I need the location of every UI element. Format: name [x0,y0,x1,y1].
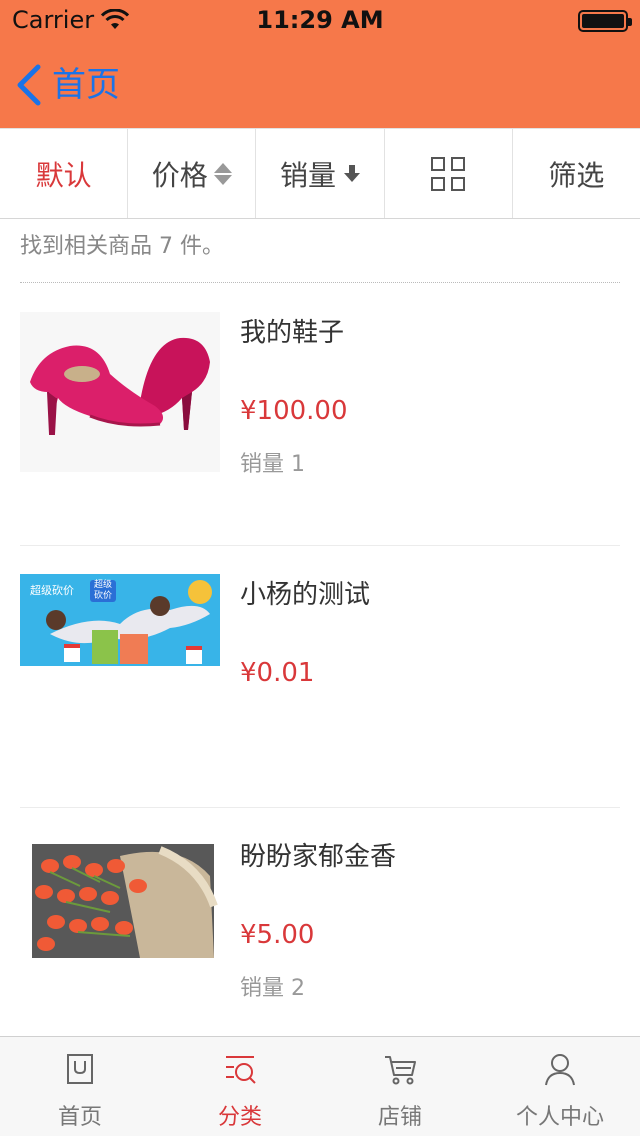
banner-badge: 超级砍价 [93,580,112,601]
arrow-down-icon [344,165,361,182]
product-item[interactable]: 我的鞋子 ¥100.00 销量 1 [20,312,620,512]
sort-filter-bar: 默认 价格 销量 筛选 [0,128,640,219]
cart-icon [385,1056,416,1085]
product-name: 我的鞋子 [240,318,345,348]
sort-updown-icon [213,162,232,185]
product-sales: 销量 1 [240,452,305,477]
product-image-tulips [20,836,220,958]
tab-category[interactable]: 分类 [160,1037,320,1136]
tab-profile[interactable]: 个人中心 [480,1037,640,1136]
product-image-banner: 超级砍价 超级砍价 [20,574,220,666]
tab-shop[interactable]: 店铺 [320,1037,480,1136]
product-price: ¥5.00 [240,920,315,950]
product-item[interactable]: 超级砍价 超级砍价 小杨的测试 ¥0.01 [20,574,620,774]
product-price: ¥100.00 [240,396,348,426]
divider [20,545,620,546]
sort-price-label: 价格 [151,158,208,192]
chevron-left-icon [17,64,41,106]
product-name: 小杨的测试 [240,580,371,610]
tab-profile-label: 个人中心 [515,1105,604,1130]
filter-button[interactable]: 筛选 [513,129,640,218]
bottom-tab-bar: 首页 分类 店铺 个人中心 [0,1036,640,1136]
sort-sales-tab[interactable]: 销量 [256,129,385,218]
status-bar: Carrier 11:29 AM [0,0,640,40]
tab-home[interactable]: 首页 [0,1037,160,1136]
divider [20,807,620,808]
sort-price-tab[interactable]: 价格 [128,129,257,218]
battery-icon [578,10,632,32]
product-sales: 销量 2 [240,976,305,1001]
grid-view-toggle[interactable] [385,129,513,218]
tab-category-label: 分类 [217,1105,262,1130]
home-bag-icon [67,1054,93,1084]
sort-default-label: 默认 [35,158,92,192]
product-image-shoes [20,312,220,472]
navigation-bar: Carrier 11:29 AM 首页 [0,0,640,128]
divider [20,282,620,283]
banner-text: 超级砍价 [30,584,74,597]
filter-label: 筛选 [548,158,605,192]
category-search-icon [226,1056,256,1084]
product-name: 盼盼家郁金香 [240,842,397,872]
tab-home-label: 首页 [57,1105,102,1130]
back-label: 首页 [52,65,120,105]
user-icon [545,1054,575,1086]
grid-view-icon [431,156,466,191]
tab-shop-label: 店铺 [377,1105,422,1130]
sort-sales-label: 销量 [280,158,337,192]
back-button[interactable]: 首页 [14,60,120,110]
sort-default-tab[interactable]: 默认 [0,129,129,218]
product-price: ¥0.01 [240,658,315,688]
result-count: 找到相关商品 7 件。 [20,234,224,259]
status-time: 11:29 AM [256,6,384,34]
product-item[interactable]: 盼盼家郁金香 ¥5.00 销量 2 [20,836,620,1026]
